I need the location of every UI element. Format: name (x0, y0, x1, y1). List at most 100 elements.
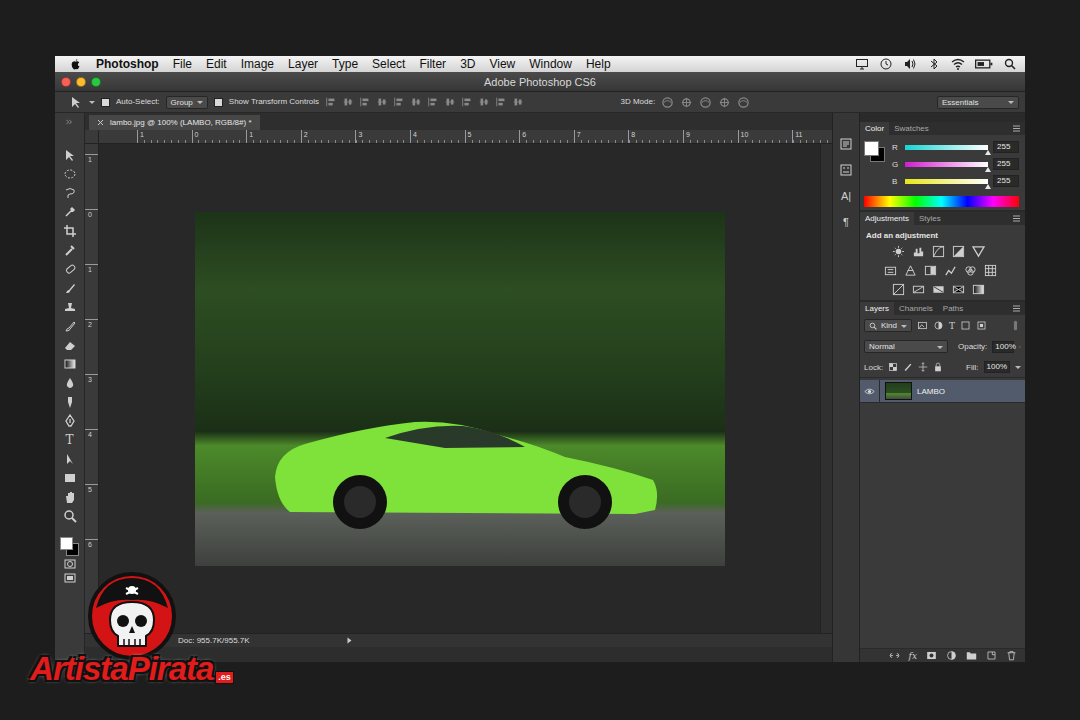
3d-mode-icon[interactable] (718, 96, 731, 109)
menu-item[interactable]: Window (529, 57, 572, 71)
tool-button[interactable] (62, 167, 78, 181)
collapse-icon[interactable] (65, 117, 75, 127)
mask-icon[interactable] (926, 650, 937, 661)
tool-icon[interactable] (63, 262, 77, 276)
lock-pixels-icon[interactable] (903, 362, 913, 372)
adjustment-icon[interactable] (912, 283, 925, 296)
tool-button[interactable] (62, 452, 78, 466)
foreground-color[interactable] (864, 141, 879, 156)
panel-tab[interactable]: Color (860, 122, 889, 135)
adjustment-icon[interactable] (972, 245, 985, 258)
color-spectrum[interactable] (864, 196, 1019, 207)
display-icon[interactable] (855, 57, 869, 71)
3d-mode-icon[interactable] (699, 96, 712, 109)
foreground-swatch[interactable] (60, 537, 73, 550)
volume-icon[interactable] (903, 57, 917, 71)
tool-button[interactable] (62, 490, 78, 504)
menu-item[interactable]: Filter (419, 57, 446, 71)
trash-icon[interactable] (1006, 650, 1017, 661)
align-icon[interactable] (495, 96, 507, 108)
close-button[interactable] (61, 77, 71, 87)
tool-icon[interactable] (63, 509, 77, 523)
lock-all-icon[interactable] (933, 362, 943, 372)
transform-controls-checkbox[interactable] (214, 98, 223, 107)
status-menu-icon[interactable] (346, 637, 353, 644)
vertical-scrollbar[interactable] (820, 144, 832, 633)
tool-button[interactable] (62, 395, 78, 409)
adjustment-icon[interactable] (964, 264, 977, 277)
adjustment-icon[interactable] (904, 264, 917, 277)
panel-tab[interactable]: Channels (894, 302, 938, 315)
menu-item[interactable]: Help (586, 57, 611, 71)
tool-button[interactable] (62, 414, 78, 428)
tool-icon[interactable] (63, 205, 77, 219)
tool-button[interactable] (62, 300, 78, 314)
tool-button[interactable] (62, 281, 78, 295)
menu-item[interactable]: Image (241, 57, 274, 71)
tool-icon[interactable] (63, 338, 77, 352)
pixel-filter-icon[interactable] (917, 320, 928, 331)
adjustment-icon[interactable] (892, 245, 905, 258)
channel-slider[interactable] (905, 162, 988, 167)
menu-item[interactable]: File (173, 57, 192, 71)
tool-icon[interactable] (63, 490, 77, 504)
layer-style-button[interactable]: fx (909, 650, 917, 662)
3d-mode-icon[interactable] (737, 96, 750, 109)
close-tab-icon[interactable] (97, 119, 104, 126)
adjustment-layer-icon[interactable] (946, 650, 957, 661)
adjustment-filter-icon[interactable] (933, 320, 944, 331)
document-tab[interactable]: lambo.jpg @ 100% (LAMBO, RGB/8#) * (89, 115, 260, 130)
tool-button[interactable] (62, 319, 78, 333)
menu-item[interactable]: 3D (460, 57, 475, 71)
align-icon[interactable] (478, 96, 490, 108)
align-icon[interactable] (444, 96, 456, 108)
shape-filter-icon[interactable] (960, 320, 971, 331)
lock-transparency-icon[interactable] (888, 362, 898, 372)
channel-value[interactable]: 255 (993, 141, 1019, 153)
menu-item[interactable]: Edit (206, 57, 227, 71)
channel-slider[interactable] (905, 145, 988, 150)
spotlight-icon[interactable] (1003, 57, 1017, 71)
visibility-toggle[interactable] (860, 380, 880, 402)
tool-icon[interactable] (63, 414, 77, 428)
tool-button[interactable] (62, 186, 78, 200)
panel-menu-icon[interactable] (1012, 302, 1021, 315)
panel-menu-icon[interactable] (1012, 122, 1021, 135)
menu-item[interactable]: Type (332, 57, 358, 71)
battery-icon[interactable] (975, 55, 993, 73)
tool-icon[interactable] (63, 186, 77, 200)
adjustment-icon[interactable] (952, 283, 965, 296)
align-icon[interactable] (461, 96, 473, 108)
opacity-field[interactable]: 100% (992, 341, 1014, 353)
properties-panel-icon[interactable] (839, 163, 853, 177)
tool-button[interactable] (62, 148, 78, 162)
align-icon[interactable] (342, 96, 354, 108)
tool-icon[interactable] (63, 395, 77, 409)
adjustment-icon[interactable] (972, 283, 985, 296)
color-swatches[interactable] (60, 537, 80, 557)
move-tool-icon[interactable] (69, 95, 83, 109)
panel-tab[interactable]: Layers (860, 302, 894, 315)
adjustment-icon[interactable] (944, 264, 957, 277)
3d-mode-icon[interactable] (680, 96, 693, 109)
clock-icon[interactable] (879, 57, 893, 71)
slider-thumb[interactable] (985, 150, 991, 155)
panel-tab[interactable]: Adjustments (860, 212, 914, 225)
adjustment-icon[interactable] (912, 245, 925, 258)
menu-item[interactable]: View (489, 57, 515, 71)
screen-mode-button[interactable] (62, 571, 78, 585)
tool-icon[interactable] (63, 167, 77, 181)
screen-mode-icon[interactable] (63, 571, 77, 585)
tool-icon[interactable] (63, 281, 77, 295)
tool-button[interactable] (62, 357, 78, 371)
auto-select-checkbox[interactable] (101, 98, 110, 107)
slider-thumb[interactable] (985, 167, 991, 172)
app-menu[interactable]: Photoshop (96, 57, 159, 71)
minimize-button[interactable] (76, 77, 86, 87)
tool-icon[interactable] (63, 357, 77, 371)
align-icon[interactable] (410, 96, 422, 108)
search-icon[interactable] (869, 322, 877, 330)
tool-button[interactable] (62, 338, 78, 352)
adjustment-icon[interactable] (924, 264, 937, 277)
layer-filter-select[interactable]: Kind (864, 319, 912, 332)
